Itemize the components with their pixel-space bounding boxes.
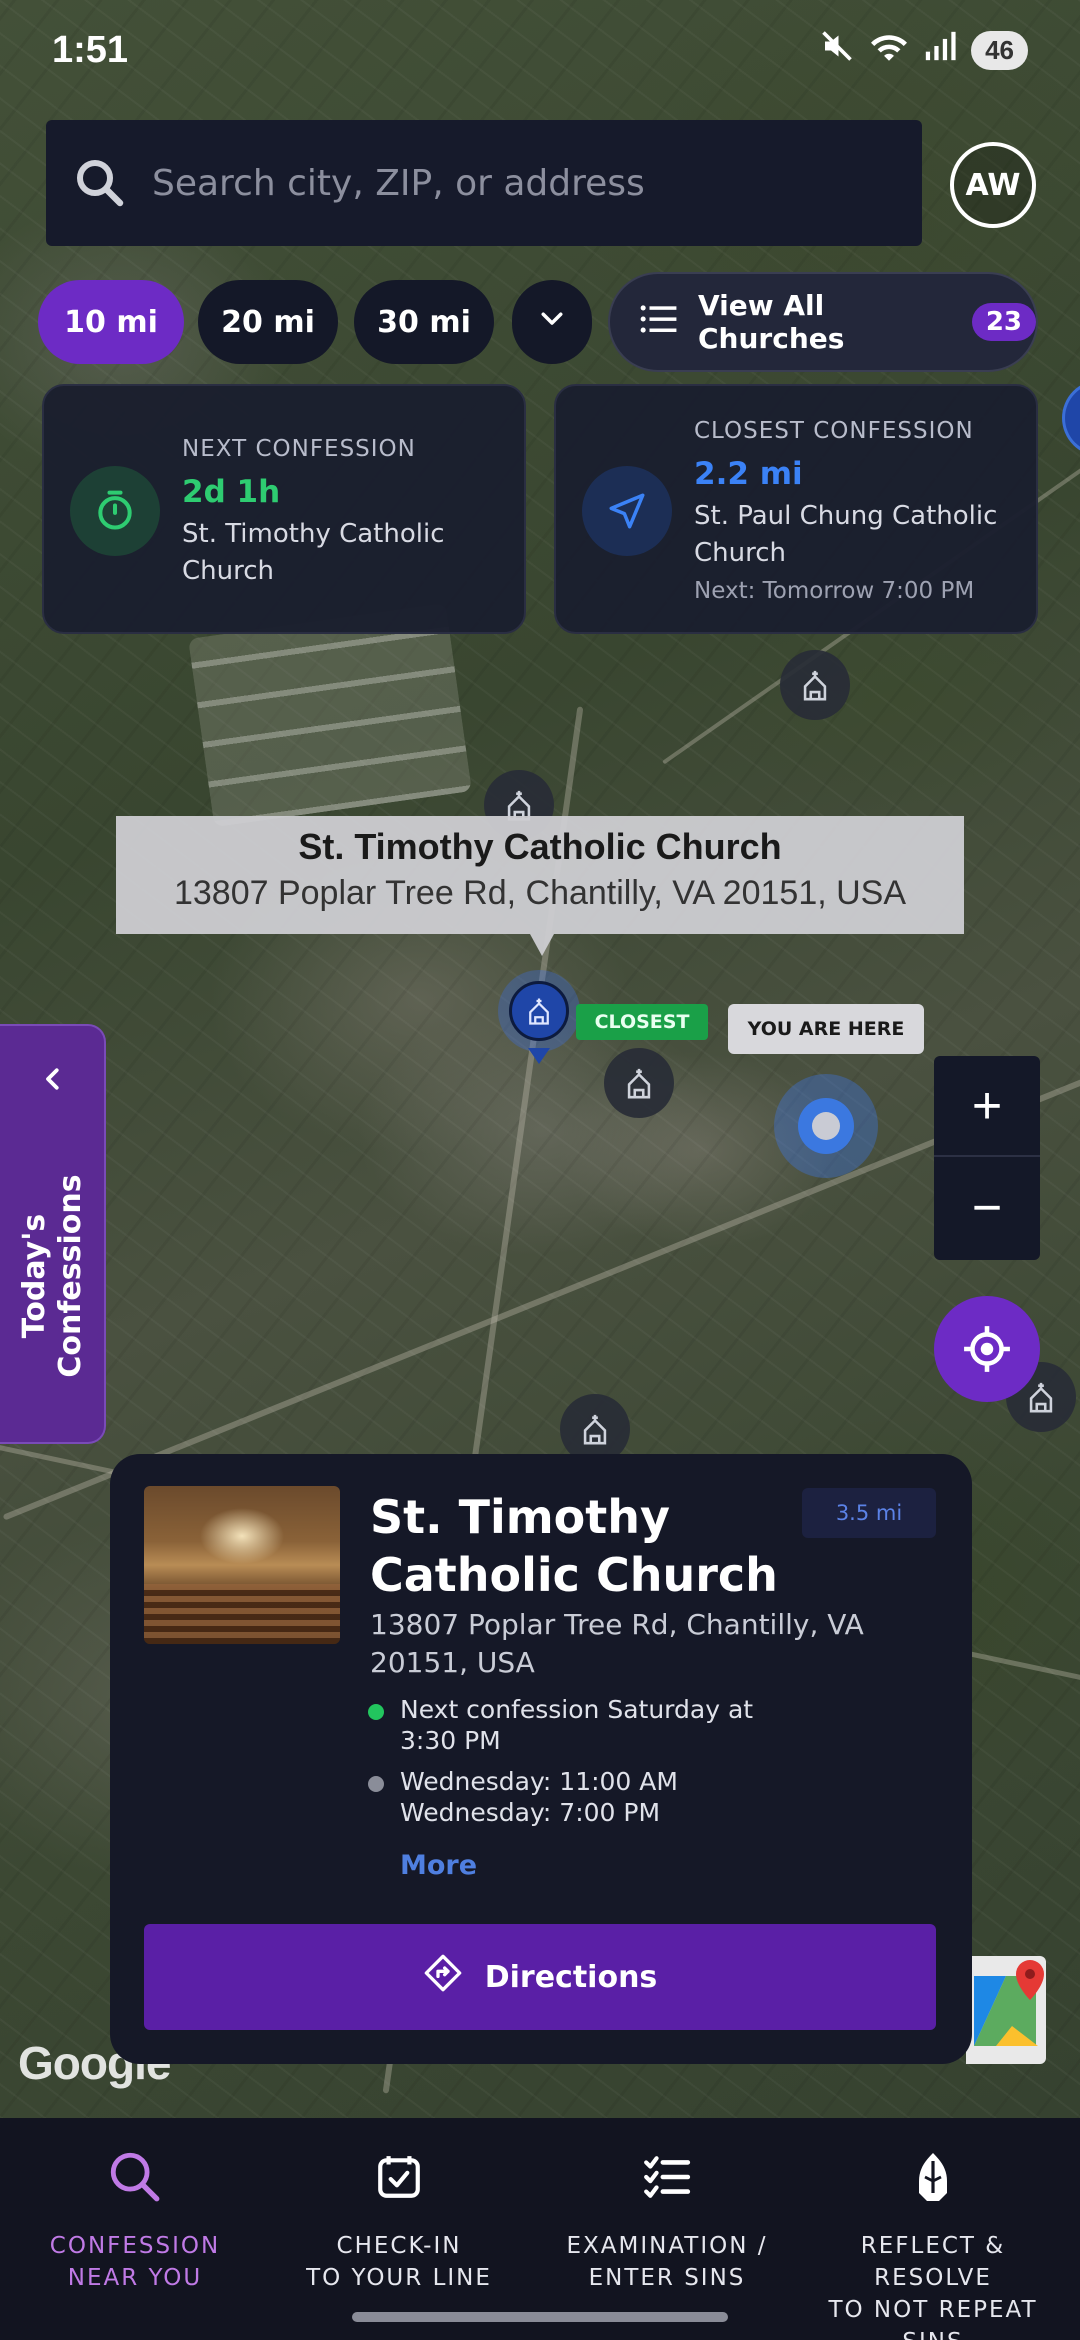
selected-church-marker[interactable]: [498, 970, 580, 1052]
nav-confession-near-you[interactable]: CONFESSION NEAR YOU: [0, 2142, 270, 2294]
nav-reflect-resolve[interactable]: REFLECT & RESOLVE TO NOT REPEAT SINS: [798, 2142, 1068, 2340]
avatar[interactable]: AW: [950, 142, 1036, 228]
next-confession-label: NEXT CONFESSION: [182, 436, 416, 462]
closest-confession-card[interactable]: CLOSEST CONFESSION 2.2 mi St. Paul Chung…: [554, 384, 1038, 634]
church-address: 13807 Poplar Tree Rd, Chantilly, VA 2015…: [370, 1608, 864, 1679]
nav-label: CONFESSION NEAR YOU: [49, 2233, 221, 2291]
schedule-line: Wednesday: 11:00 AM: [400, 1767, 678, 1796]
current-location-marker: [774, 1074, 878, 1178]
closest-confession-distance: 2.2 mi: [694, 456, 803, 492]
nav-label: EXAMINATION / ENTER SINS: [566, 2233, 768, 2291]
view-all-churches-button[interactable]: View All Churches 23: [608, 272, 1038, 372]
my-location-button[interactable]: [934, 1296, 1040, 1402]
nav-check-in[interactable]: CHECK-IN TO YOUR LINE: [264, 2142, 534, 2294]
crosshair-icon: [964, 1326, 1010, 1372]
closest-confession-church: St. Paul Chung Catholic Church: [694, 501, 998, 568]
search-icon: [70, 153, 130, 213]
praying-hands-icon: [898, 2142, 968, 2212]
closest-tag: CLOSEST: [576, 1004, 708, 1040]
wifi-icon: [869, 28, 909, 72]
navigation-arrow-icon: [582, 466, 672, 556]
church-marker[interactable]: [604, 1048, 674, 1118]
radius-chip-10[interactable]: 10 mi: [38, 280, 184, 364]
chevron-down-icon: [537, 303, 567, 341]
directions-icon: [423, 1953, 463, 2001]
search-bar[interactable]: [46, 120, 922, 246]
airport-area: [188, 602, 472, 828]
next-confession-row: Next confession Saturday at 3:30 PM: [368, 1694, 788, 1756]
tooltip-title: St. Timothy Catholic Church: [298, 826, 782, 867]
home-indicator[interactable]: [352, 2312, 728, 2322]
battery-indicator: 46: [971, 30, 1028, 70]
status-time: 1:51: [52, 28, 129, 71]
nav-examination[interactable]: EXAMINATION / ENTER SINS: [532, 2142, 802, 2294]
search-input[interactable]: [152, 162, 892, 204]
todays-confessions-tab[interactable]: Today's Confessions: [0, 1024, 106, 1444]
next-confession-church: St. Timothy Catholic Church: [182, 519, 445, 586]
zoom-controls: + −: [934, 1056, 1040, 1260]
search-icon: [100, 2142, 170, 2212]
check-square-icon: [364, 2142, 434, 2212]
church-photo: [144, 1486, 340, 1644]
church-name: St. Timothy Catholic Church: [370, 1490, 778, 1602]
tooltip-address: 13807 Poplar Tree Rd, Chantilly, VA 2015…: [173, 874, 907, 912]
chevron-left-icon: [38, 1064, 68, 1098]
church-icon: [529, 998, 549, 1025]
radius-chip-20[interactable]: 20 mi: [198, 280, 338, 364]
radius-chip-30[interactable]: 30 mi: [354, 280, 494, 364]
schedule-line: Wednesday: 7:00 PM: [400, 1798, 661, 1827]
status-icons: 46: [819, 28, 1028, 72]
nav-label: REFLECT & RESOLVE TO NOT REPEAT SINS: [828, 2233, 1038, 2340]
status-bar: 1:51 46: [0, 0, 1080, 100]
schedule-row: Wednesday: 11:00 AM Wednesday: 7:00 PM: [368, 1766, 788, 1828]
church-marker[interactable]: [780, 650, 850, 720]
map-tooltip: St. Timothy Catholic Church 13807 Poplar…: [116, 816, 964, 956]
more-radius-dropdown[interactable]: [512, 280, 592, 364]
closest-confession-label: CLOSEST CONFESSION: [694, 418, 974, 444]
timer-icon: [70, 466, 160, 556]
church-count-badge: 23: [971, 303, 1036, 341]
distance-badge: 3.5 mi: [802, 1488, 936, 1538]
closest-confession-next: Next: Tomorrow 7:00 PM: [694, 578, 975, 604]
next-confession-text: Next confession Saturday at 3:30 PM: [400, 1695, 754, 1755]
church-detail-card[interactable]: St. Timothy Catholic Church 3.5 mi 13807…: [110, 1454, 972, 2064]
zoom-out-button[interactable]: −: [934, 1157, 1040, 1258]
list-icon: [640, 303, 678, 342]
checklist-icon: [632, 2142, 702, 2212]
status-dot-green: [368, 1704, 384, 1720]
signal-icon: [923, 29, 957, 71]
next-confession-card[interactable]: NEXT CONFESSION 2d 1h St. Timothy Cathol…: [42, 384, 526, 634]
bottom-navigation: CONFESSION NEAR YOU CHECK-IN TO YOUR LIN…: [0, 2118, 1080, 2340]
view-all-label: View All Churches: [698, 289, 845, 355]
google-maps-icon[interactable]: [966, 1956, 1046, 2064]
nav-label: CHECK-IN TO YOUR LINE: [306, 2233, 492, 2291]
zoom-in-button[interactable]: +: [934, 1056, 1040, 1157]
directions-button[interactable]: Directions: [144, 1924, 936, 2030]
mute-icon: [819, 28, 855, 72]
more-link[interactable]: More: [400, 1850, 477, 1881]
you-are-here-label: YOU ARE HERE: [728, 1004, 924, 1054]
next-confession-time: 2d 1h: [182, 474, 281, 510]
todays-confessions-label: Today's Confessions: [17, 1174, 88, 1378]
status-dot-gray: [368, 1776, 384, 1792]
directions-label: Directions: [484, 1959, 658, 1995]
